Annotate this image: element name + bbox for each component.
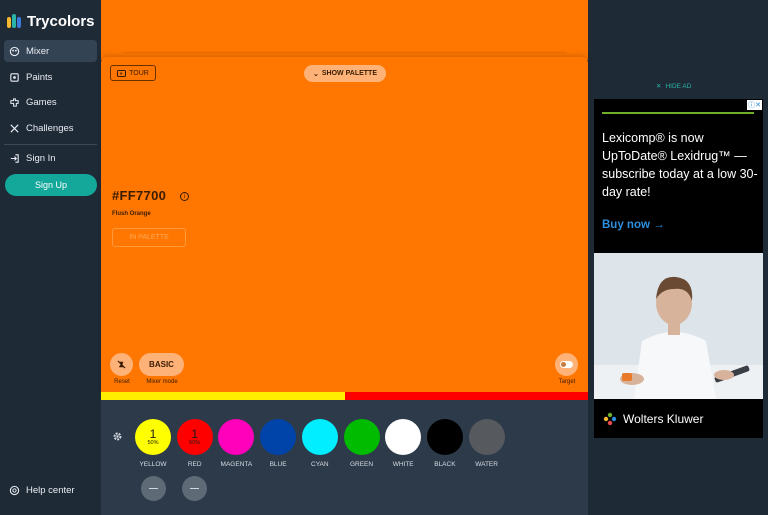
paint-green[interactable] <box>343 419 380 455</box>
paint-white[interactable] <box>385 419 422 455</box>
ratio-segment <box>344 392 588 400</box>
color-ratio-bar <box>101 392 588 400</box>
sign-in-link[interactable]: Sign In <box>4 147 97 169</box>
sidebar-item-label: Mixer <box>26 45 50 57</box>
ad-buy-now-link[interactable]: Buy now → <box>602 219 665 231</box>
paint-magenta[interactable] <box>218 419 255 455</box>
sign-in-icon <box>10 153 19 163</box>
reset-icon <box>117 360 126 369</box>
paint-percent: 50% <box>147 440 159 446</box>
app-name: Trycolors <box>27 12 95 30</box>
sidebar-item-mixer[interactable]: Mixer <box>4 40 97 62</box>
sidebar: Trycolors Mixer Paints Games Challenges … <box>0 0 101 515</box>
challenges-icon <box>10 123 19 133</box>
sidebar-item-challenges[interactable]: Challenges <box>4 117 97 139</box>
target-toggle[interactable] <box>555 353 578 376</box>
tour-icon <box>117 69 127 77</box>
advertisement[interactable]: ⓘ✕ Lexicomp® is now UpToDate® Lexidrug™ … <box>594 99 763 438</box>
mixer-mode-label: Mixer mode <box>146 379 178 385</box>
mixer-mode-button[interactable]: BASIC <box>139 353 184 376</box>
app-logo[interactable]: Trycolors <box>6 12 95 30</box>
sidebar-divider <box>4 144 97 145</box>
sidebar-item-paints[interactable]: Paints <box>4 66 97 88</box>
previous-mix-preview <box>101 0 588 60</box>
color-name: Flush Orange <box>112 211 151 217</box>
target-label: Target <box>558 379 576 385</box>
help-icon <box>9 485 20 495</box>
paints-icon <box>10 72 19 82</box>
toggle-icon <box>560 361 573 368</box>
ad-headline: Lexicomp® is now UpToDate® Lexidrug™ — s… <box>602 131 758 199</box>
gear-icon[interactable] <box>112 431 123 442</box>
tour-button[interactable]: TOUR <box>110 65 156 81</box>
ad-photo <box>594 253 763 399</box>
ratio-segment <box>101 392 345 400</box>
info-icon[interactable]: i <box>180 192 189 201</box>
trycolors-logo-icon <box>6 12 22 30</box>
sign-in-label: Sign In <box>26 152 56 164</box>
color-hex-value: #FF7700 <box>112 188 167 203</box>
ad-accent-line <box>602 112 754 114</box>
paint-percent: 50% <box>189 440 201 446</box>
sidebar-item-label: Games <box>26 96 57 108</box>
paint-cyan[interactable] <box>301 419 338 455</box>
minus-icon <box>190 487 200 490</box>
mixer-icon <box>9 46 20 56</box>
show-palette-button[interactable]: ⌄ SHOW PALETTE <box>304 65 386 82</box>
close-icon: ✕ <box>656 83 662 90</box>
hide-ad-button[interactable]: ✕ HIDE AD <box>656 82 691 91</box>
remove-paint-button[interactable] <box>140 476 166 501</box>
help-center-link[interactable]: Help center <box>4 479 97 501</box>
paint-yellow[interactable]: 1 50% <box>135 419 171 455</box>
paint-water[interactable] <box>468 419 505 455</box>
sign-up-button[interactable]: Sign Up <box>5 174 97 196</box>
reset-label: Reset <box>114 379 130 385</box>
chevron-down-icon: ⌄ <box>313 70 319 78</box>
paint-red[interactable]: 1 50% <box>176 419 213 455</box>
paint-count: 1 <box>149 427 157 441</box>
games-icon <box>10 97 19 107</box>
wolters-kluwer-logo-icon <box>603 412 617 426</box>
remove-paint-button[interactable] <box>182 476 208 501</box>
sidebar-item-label: Challenges <box>26 122 74 134</box>
ad-choices-icon[interactable]: ⓘ✕ <box>747 100 762 110</box>
paint-blue[interactable] <box>260 419 297 455</box>
sidebar-item-games[interactable]: Games <box>4 91 97 113</box>
in-palette-button[interactable]: IN PALETTE <box>112 228 186 247</box>
paint-panel: 1 50% YELLOW 1 50% RED MAGENTA BLUE CYAN GREEN WHI… <box>101 400 588 515</box>
reset-button[interactable] <box>110 353 133 376</box>
paint-count: 1 <box>191 427 199 441</box>
help-center-label: Help center <box>26 484 75 496</box>
paint-label: WATER <box>475 461 498 468</box>
minus-icon <box>148 487 158 490</box>
sidebar-item-label: Paints <box>26 71 53 83</box>
paint-black[interactable] <box>426 419 463 455</box>
mixer-canvas: TOUR ⌄ SHOW PALETTE #FF7700 i Flush Oran… <box>101 57 588 392</box>
ad-brand: Wolters Kluwer <box>602 411 703 427</box>
